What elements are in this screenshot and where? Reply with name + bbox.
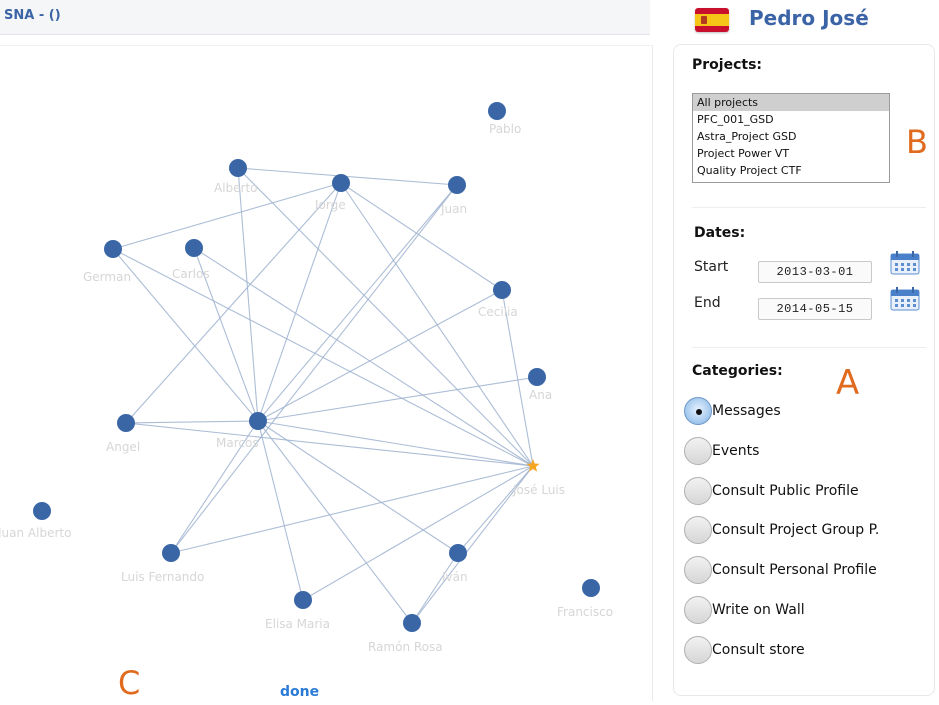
radio-button[interactable] — [684, 636, 712, 664]
network-graph[interactable]: Pablo Alberto Jorge Juan German Carlos Cecilia… — [0, 46, 652, 701]
graph-node[interactable] — [185, 239, 203, 257]
filter-panel: Projects: All projects PFC_001_GSD Astra_P… — [673, 44, 935, 696]
category-option[interactable]: Consult Personal Profile — [684, 554, 924, 586]
graph-node-label: Pablo — [489, 122, 521, 136]
graph-node[interactable] — [294, 591, 312, 609]
graph-node-label: Alberto — [214, 181, 258, 195]
spain-flag-icon — [695, 8, 729, 32]
graph-node[interactable] — [162, 544, 180, 562]
annotation-b: B — [906, 123, 928, 161]
graph-node[interactable] — [449, 544, 467, 562]
radio-button[interactable] — [684, 516, 712, 544]
graph-node-label: Cecilia — [478, 305, 518, 319]
graph-node-label: Ramón Rosa — [368, 640, 443, 654]
graph-node[interactable] — [448, 176, 466, 194]
radio-selected-dot — [696, 409, 702, 415]
graph-node[interactable] — [33, 502, 51, 520]
graph-node[interactable] — [249, 412, 267, 430]
end-date-label: End — [694, 295, 721, 311]
divider — [692, 207, 926, 208]
category-label: Consult store — [712, 642, 805, 658]
graph-node-label: Jorge — [314, 198, 346, 212]
graph-edge — [257, 420, 459, 554]
radio-button[interactable] — [684, 437, 712, 465]
graph-node-label: José Luis — [512, 483, 565, 497]
graph-node-label: Elisa Maria — [265, 617, 330, 631]
user-name: Pedro José — [749, 6, 869, 30]
graph-node-label: Carlos — [172, 267, 210, 281]
graph-node-label: Iván — [442, 570, 468, 584]
done-status-link[interactable]: done — [280, 684, 319, 700]
categories-heading: Categories: — [692, 363, 783, 379]
graph-node[interactable] — [528, 368, 546, 386]
end-calendar-icon[interactable] — [890, 287, 920, 311]
category-label: Write on Wall — [712, 602, 805, 618]
start-calendar-icon[interactable] — [890, 251, 920, 275]
category-option[interactable]: Write on Wall — [684, 594, 924, 626]
graph-edge — [125, 420, 259, 424]
graph-node[interactable] — [493, 281, 511, 299]
graph-edge — [257, 182, 342, 422]
category-label: Consult Project Group P. — [712, 522, 880, 538]
graph-edge — [170, 465, 534, 554]
radio-button[interactable] — [684, 477, 712, 505]
user-header: Pedro José — [673, 0, 935, 40]
graph-edge — [257, 420, 534, 467]
graph-edge — [193, 247, 534, 467]
graph-node-label: Luis Fernando — [121, 570, 204, 584]
page-title: SNA - () — [4, 8, 61, 23]
category-option[interactable]: Messages — [684, 395, 924, 427]
project-option[interactable]: PFC_001_GSD — [693, 111, 889, 128]
graph-node-label: Angel — [106, 440, 140, 454]
category-label: Messages — [712, 403, 781, 419]
category-label: Consult Public Profile — [712, 483, 859, 499]
project-option[interactable]: Quality Project CTF — [693, 162, 889, 179]
graph-node[interactable] — [229, 159, 247, 177]
graph-node[interactable] — [582, 579, 600, 597]
graph-node[interactable] — [104, 240, 122, 258]
annotation-c: C — [118, 664, 141, 702]
dates-heading: Dates: — [694, 225, 746, 241]
graph-node-label: Marcos — [216, 436, 259, 450]
radio-button[interactable] — [684, 556, 712, 584]
project-option[interactable]: Astra_Project GSD — [693, 128, 889, 145]
category-option[interactable]: Consult Project Group P. — [684, 514, 924, 546]
category-option[interactable]: Events — [684, 435, 924, 467]
graph-node-label: Ana — [529, 388, 552, 402]
graph-edge — [257, 184, 458, 422]
category-label: Events — [712, 443, 760, 459]
projects-heading: Projects: — [692, 57, 762, 73]
graph-node-label: German — [83, 270, 131, 284]
graph-node-label: Francisco — [557, 605, 613, 619]
category-label: Consult Personal Profile — [712, 562, 877, 578]
radio-button[interactable] — [684, 596, 712, 624]
start-date-field[interactable]: 2013-03-01 — [758, 261, 872, 283]
projects-listbox[interactable]: All projects PFC_001_GSD Astra_Project GSD… — [692, 93, 890, 183]
graph-edge — [340, 182, 503, 291]
filter-sidebar: Pedro José Projects: All projects PFC_001… — [673, 0, 935, 700]
graph-edge — [457, 465, 534, 554]
graph-edge — [257, 420, 304, 601]
project-option[interactable]: Project Power VT — [693, 145, 889, 162]
category-option[interactable]: Consult store — [684, 634, 924, 666]
network-graph-panel[interactable]: Pablo Alberto Jorge Juan German Carlos Cecilia… — [0, 45, 653, 702]
start-date-label: Start — [694, 259, 729, 275]
graph-node[interactable] — [488, 102, 506, 120]
radio-button[interactable] — [684, 397, 712, 425]
end-date-field[interactable]: 2014-05-15 — [758, 298, 872, 320]
graph-node[interactable] — [403, 614, 421, 632]
category-option[interactable]: Consult Public Profile — [684, 475, 924, 507]
project-option[interactable]: All projects — [693, 94, 889, 111]
divider — [692, 347, 926, 348]
graph-edge — [411, 552, 459, 624]
graph-node-label: Juan — [440, 202, 467, 216]
graph-node[interactable] — [332, 174, 350, 192]
graph-edge — [302, 465, 534, 601]
window-title-bar: SNA - () — [0, 0, 650, 35]
graph-node[interactable] — [117, 414, 135, 432]
graph-node-label: Juan Alberto — [0, 526, 71, 540]
graph-edge — [125, 422, 534, 467]
